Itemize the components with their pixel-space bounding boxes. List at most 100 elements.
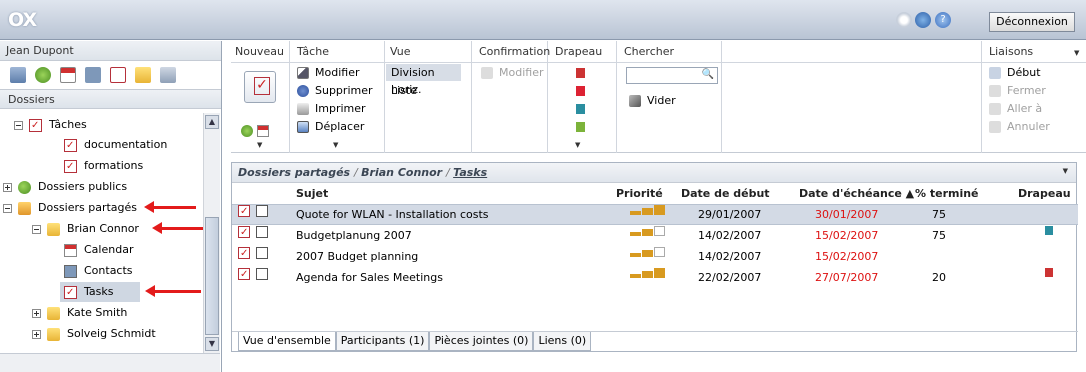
delete-button[interactable]: Supprimer [297, 83, 373, 99]
tab-participants[interactable]: Participants (1) [335, 332, 430, 351]
tree-item-solveig-schmidt[interactable]: Solveig Schmidt [32, 324, 156, 344]
flag-teal-icon[interactable] [1045, 226, 1053, 235]
new-task-button[interactable] [244, 71, 276, 103]
flag-green-icon[interactable] [576, 122, 585, 132]
flag-red-icon[interactable] [576, 68, 585, 78]
collapse-icon[interactable] [3, 203, 12, 213]
tree-item-kate-smith[interactable]: Kate Smith [32, 303, 127, 323]
col-flag[interactable]: Drapeau [1018, 184, 1071, 204]
table-row[interactable]: 2007 Budget planning 14/02/2007 15/02/20… [232, 244, 1078, 268]
cell-due: 15/02/2007 [815, 250, 879, 263]
tab-links[interactable]: Liens (0) [533, 332, 592, 351]
expand-icon[interactable] [32, 308, 41, 318]
move-button[interactable]: Déplacer [297, 119, 364, 135]
col-subject[interactable]: Sujet [296, 184, 328, 204]
done-checkbox[interactable] [256, 226, 268, 238]
search-icon[interactable]: 🔍 [702, 69, 714, 80]
link-close-button[interactable]: Fermer [989, 83, 1046, 99]
group-vue: Vue [390, 45, 411, 58]
infostore-icon[interactable] [135, 67, 151, 83]
table-row[interactable]: Quote for WLAN - Installation costs 29/0… [232, 202, 1078, 225]
chevron-down-icon[interactable]: ▼ [1074, 49, 1079, 65]
col-start[interactable]: Date de début [681, 184, 770, 204]
breadcrumb-owner[interactable]: Brian Connor [361, 166, 442, 179]
portal-icon[interactable] [35, 67, 51, 83]
logout-button[interactable]: Déconnexion [989, 12, 1075, 32]
link-cancel-button[interactable]: Annuler [989, 119, 1050, 135]
move-icon [297, 121, 309, 133]
collapse-icon[interactable] [32, 224, 41, 234]
tree-item-brian-connor[interactable]: Brian Connor [32, 219, 139, 239]
tree-item-public-folders[interactable]: Dossiers publics [3, 177, 127, 197]
folder-icon [47, 327, 60, 341]
tab-overview[interactable]: Vue d'ensemble [238, 332, 336, 351]
expand-icon[interactable] [32, 329, 41, 339]
view-list[interactable]: Liste [391, 83, 417, 99]
tree-item-shared-folders[interactable]: Dossiers partagés [3, 198, 137, 218]
task-icon [238, 265, 250, 285]
link-icon [989, 121, 1001, 133]
contacts-icon[interactable] [85, 67, 101, 83]
chevron-down-icon[interactable]: ▼ [257, 141, 262, 149]
module-icons [0, 61, 221, 89]
col-due[interactable]: Date d'échéance ▲ [799, 184, 914, 204]
done-checkbox[interactable] [256, 247, 268, 259]
calendar-icon[interactable] [60, 67, 76, 83]
view-horizontal-split[interactable]: Division horiz. [386, 64, 461, 96]
done-checkbox[interactable] [256, 268, 268, 280]
table-row[interactable]: Agenda for Sales Meetings 22/02/2007 27/… [232, 265, 1078, 289]
clear-search-button[interactable]: Vider [629, 93, 676, 109]
tree-item-formations[interactable]: formations [64, 156, 143, 177]
flag-red-icon[interactable] [1045, 268, 1053, 277]
link-goto-button[interactable]: Aller à [989, 101, 1042, 117]
chevron-down-icon[interactable]: ▼ [1063, 167, 1068, 175]
search-input[interactable]: 🔍 [626, 67, 718, 84]
tree-item-contacts[interactable]: Contacts [64, 261, 133, 281]
tasks-icon[interactable] [110, 67, 126, 83]
priority-medium-icon [630, 226, 666, 236]
new-appointment-icon[interactable] [241, 125, 253, 137]
tree-item-documentation[interactable]: documentation [64, 135, 167, 156]
annotation-arrow [145, 285, 201, 297]
col-done[interactable]: % terminé [915, 184, 979, 204]
tree-item-tasks[interactable]: Tasks [60, 282, 140, 303]
home-icon[interactable] [10, 67, 26, 83]
chevron-down-icon[interactable]: ▼ [333, 141, 338, 149]
breadcrumb-shared[interactable]: Dossiers partagés [238, 166, 350, 179]
help-icon[interactable]: ? [935, 12, 951, 28]
cell-done: 75 [932, 229, 946, 242]
task-list-panel: Dossiers partagés / Brian Connor / Tasks… [231, 162, 1078, 352]
toolbar: Nouveau Tâche Vue Confirmation Drapeau C… [231, 41, 1086, 153]
tree-scrollbar[interactable]: ▲ ▼ [203, 113, 220, 353]
public-folder-icon [18, 180, 31, 194]
tree-item-taches[interactable]: Tâches [14, 115, 87, 136]
confirm-icon [481, 67, 493, 79]
chevron-down-icon[interactable]: ▼ [575, 141, 580, 149]
expand-icon[interactable] [3, 182, 12, 192]
scroll-down-icon[interactable]: ▼ [205, 337, 219, 351]
tab-attachments[interactable]: Pièces jointes (0) [429, 332, 534, 351]
done-checkbox[interactable] [256, 205, 268, 217]
top-bar: OX ? Déconnexion [0, 0, 1086, 40]
print-button[interactable]: Imprimer [297, 101, 366, 117]
table-row[interactable]: Budgetplanung 2007 14/02/2007 15/02/2007… [232, 223, 1078, 247]
refresh-icon[interactable] [915, 12, 931, 28]
flag-red-icon[interactable] [576, 86, 585, 96]
divider [289, 41, 290, 153]
tree-item-calendar[interactable]: Calendar [64, 240, 133, 260]
priority-high-icon [630, 268, 666, 278]
col-priority[interactable]: Priorité [616, 184, 663, 204]
flag-teal-icon[interactable] [576, 104, 585, 114]
scroll-up-icon[interactable]: ▲ [205, 115, 219, 129]
cell-due: 15/02/2007 [815, 229, 879, 242]
link-begin-button[interactable]: Début [989, 65, 1041, 81]
divider [981, 41, 982, 153]
breadcrumb-current[interactable]: Tasks [453, 166, 487, 179]
settings-icon[interactable] [160, 67, 176, 83]
cell-start: 14/02/2007 [698, 229, 762, 242]
new-calendar-icon[interactable] [257, 125, 269, 137]
scrollbar-thumb[interactable] [205, 217, 219, 335]
modify-button[interactable]: Modifier [297, 65, 359, 81]
collapse-icon[interactable] [14, 120, 23, 130]
confirm-modify-button[interactable]: Modifier [481, 65, 543, 81]
